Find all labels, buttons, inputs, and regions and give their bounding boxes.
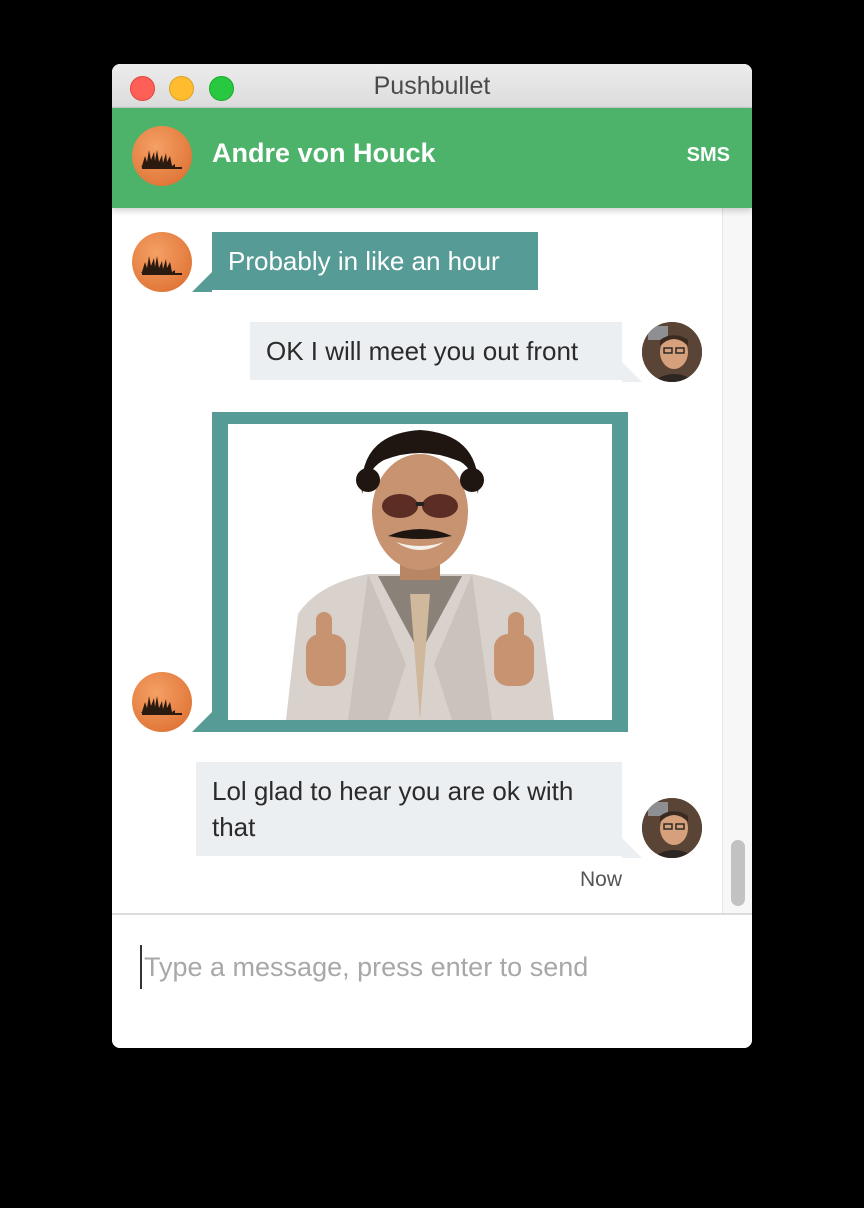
incoming-image-message[interactable] — [212, 412, 628, 732]
user-photo-icon — [642, 322, 702, 382]
user-avatar — [642, 798, 702, 858]
message-text: OK I will meet you out front — [266, 336, 579, 366]
thumbs-up-man-image — [228, 424, 612, 720]
user-avatar — [642, 322, 702, 382]
incoming-message-bubble[interactable]: Probably in like an hour — [212, 232, 538, 290]
message-text: Probably in like an hour — [228, 246, 500, 276]
bubble-tail — [622, 838, 642, 858]
title-bar[interactable]: Pushbullet — [112, 64, 752, 108]
bird-logo-icon — [141, 256, 182, 275]
bird-logo-icon — [141, 696, 182, 715]
message-composer — [112, 913, 752, 1048]
contact-avatar — [132, 232, 192, 292]
bubble-tail — [192, 272, 212, 292]
app-window: Pushbullet Andre von Houck SMS Probably … — [112, 64, 752, 1048]
user-photo-icon — [642, 798, 702, 858]
contact-avatar — [132, 672, 192, 732]
message-input[interactable] — [140, 945, 720, 989]
bird-logo-icon — [141, 150, 182, 169]
bubble-tail — [622, 362, 642, 382]
message-text: Lol glad to hear you are ok with that — [212, 776, 574, 842]
bubble-tail — [192, 712, 212, 732]
scrollbar-track[interactable] — [722, 208, 752, 913]
outgoing-message-bubble[interactable]: OK I will meet you out front — [250, 322, 622, 380]
message-image[interactable] — [228, 424, 612, 720]
message-timestamp: Now — [579, 868, 622, 891]
sms-mode-button[interactable]: SMS — [687, 144, 730, 167]
message-list[interactable]: Probably in like an hour OK I will meet … — [112, 208, 722, 913]
outgoing-message-bubble[interactable]: Lol glad to hear you are ok with that — [196, 762, 622, 856]
contact-avatar[interactable] — [132, 126, 192, 186]
window-title: Pushbullet — [373, 72, 491, 100]
scrollbar-thumb[interactable] — [731, 840, 745, 906]
contact-name: Andre von Houck — [212, 138, 436, 168]
conversation-header: Andre von Houck SMS — [112, 108, 752, 208]
